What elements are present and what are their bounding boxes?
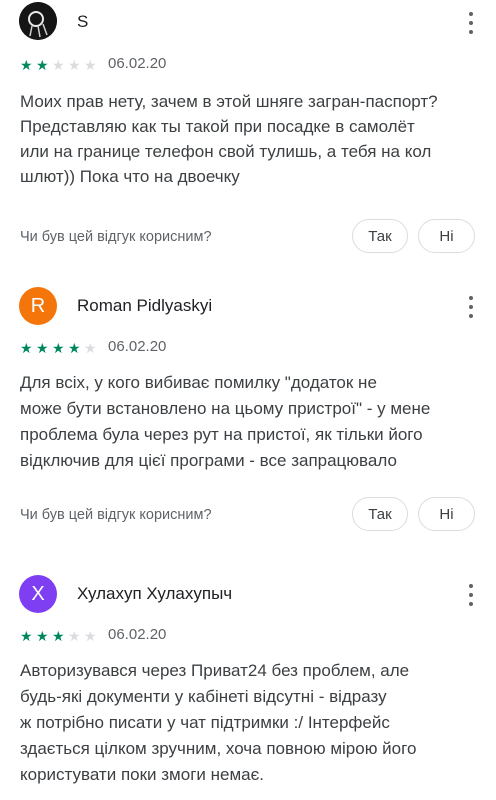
avatar: X — [19, 575, 57, 613]
review-card: X Хулахуп Хулахупыч ★ ★ ★ ★ ★ 06.02.20 А… — [0, 570, 496, 788]
star-icon: ★ — [20, 340, 33, 356]
helpful-row: Чи був цей відгук корисним? Так Ні — [0, 189, 496, 269]
star-icon: ★ — [84, 340, 97, 356]
review-date: 06.02.20 — [108, 55, 167, 72]
review-date: 06.02.20 — [108, 626, 167, 643]
star-icon: ★ — [52, 340, 65, 356]
helpful-yes-button[interactable]: Так — [352, 219, 408, 253]
avatar-image-icon — [19, 2, 57, 40]
review-date: 06.02.20 — [108, 338, 167, 355]
star-icon: ★ — [84, 628, 97, 644]
star-rating: ★ ★ ★ ★ ★ — [20, 58, 100, 72]
review-author: S — [77, 12, 89, 31]
helpful-question: Чи був цей відгук корисним? — [20, 229, 212, 245]
star-icon: ★ — [52, 628, 65, 644]
helpful-yes-button[interactable]: Так — [352, 497, 408, 531]
review-text: Авторизувався через Приват24 без проблем… — [20, 661, 417, 784]
more-options-icon[interactable] — [468, 584, 474, 606]
star-icon: ★ — [68, 340, 81, 356]
star-rating: ★ ★ ★ ★ ★ — [20, 341, 100, 355]
star-icon: ★ — [20, 628, 33, 644]
review-author: Хулахуп Хулахупыч — [77, 584, 233, 603]
review-header: R Roman Pidlyaskyi — [0, 282, 496, 332]
review-card: R Roman Pidlyaskyi ★ ★ ★ ★ ★ 06.02.20 Дл… — [0, 282, 496, 544]
helpful-row: Чи був цей відгук корисним? Так Ні — [0, 474, 496, 544]
star-icon: ★ — [84, 57, 97, 73]
review-author: Roman Pidlyaskyi — [77, 296, 213, 315]
star-icon: ★ — [36, 628, 49, 644]
review-text: Моих прав нету, зачем в этой шняге загра… — [20, 92, 438, 186]
star-rating: ★ ★ ★ ★ ★ — [20, 629, 100, 643]
star-icon: ★ — [20, 57, 33, 73]
star-icon: ★ — [52, 57, 65, 73]
review-header: S — [0, 0, 496, 46]
star-icon: ★ — [68, 628, 81, 644]
avatar — [19, 2, 57, 40]
review-card: S ★ ★ ★ ★ ★ 06.02.20 Моих прав нету, зач… — [0, 0, 496, 269]
avatar: R — [19, 287, 57, 325]
star-icon: ★ — [68, 57, 81, 73]
helpful-no-button[interactable]: Ні — [418, 219, 475, 253]
helpful-question: Чи був цей відгук корисним? — [20, 507, 212, 523]
rating-row: ★ ★ ★ ★ ★ 06.02.20 — [0, 46, 496, 76]
helpful-no-button[interactable]: Ні — [418, 497, 475, 531]
star-icon: ★ — [36, 340, 49, 356]
rating-row: ★ ★ ★ ★ ★ 06.02.20 — [0, 332, 496, 362]
review-header: X Хулахуп Хулахупыч — [0, 570, 496, 620]
more-options-icon[interactable] — [468, 12, 474, 34]
more-options-icon[interactable] — [468, 296, 474, 318]
star-icon: ★ — [36, 57, 49, 73]
rating-row: ★ ★ ★ ★ ★ 06.02.20 — [0, 620, 496, 650]
review-text: Для всіх, у кого вибиває помилку "додато… — [20, 373, 431, 470]
